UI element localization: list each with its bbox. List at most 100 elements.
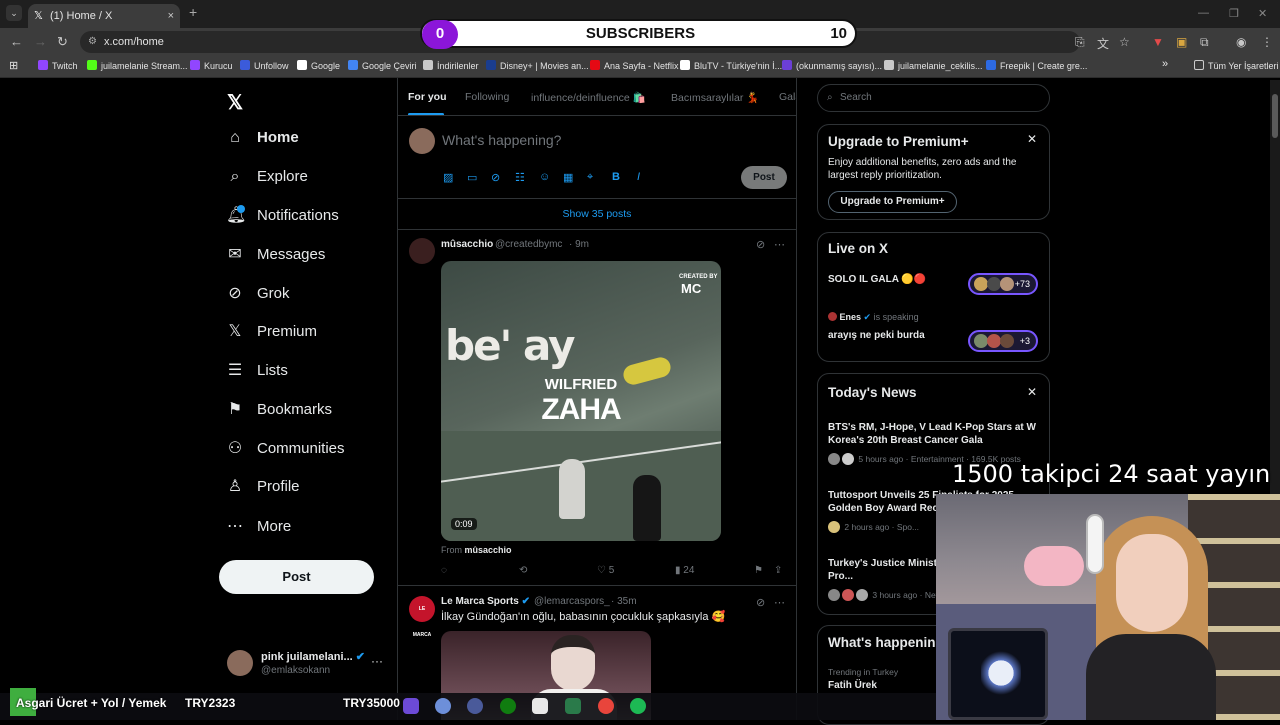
app-icon[interactable] <box>403 698 419 714</box>
forward-icon[interactable]: → <box>34 34 47 49</box>
tab-search-button[interactable]: ⌄ <box>6 5 22 21</box>
bookmark-item[interactable]: Twitch <box>38 60 78 71</box>
bookmark-icon[interactable]: ⚑ <box>754 565 763 576</box>
bold-icon[interactable]: B <box>612 171 620 183</box>
share-icon[interactable]: ⇪ <box>774 565 782 576</box>
app-icon[interactable] <box>532 698 548 714</box>
tweet-author-name[interactable]: mûsacchio <box>441 239 493 250</box>
browser-tab-active[interactable]: 𝕏 (1) Home / X × <box>28 4 180 28</box>
app-icon[interactable] <box>565 698 581 714</box>
emoji-icon[interactable]: ☺ <box>539 171 550 183</box>
post-button[interactable]: Post <box>219 560 374 594</box>
tweet-video[interactable]: be' ay WILFRIED ZAHA CREATED BY MC 0:09 <box>441 261 721 541</box>
bookmark-item[interactable]: Google <box>297 60 340 71</box>
restore-icon[interactable]: ❐ <box>1229 7 1239 20</box>
sidebar-item-messages[interactable]: ✉ Messages <box>226 240 325 270</box>
grok-icon[interactable]: ⊘ <box>756 596 765 609</box>
app-icon[interactable] <box>435 698 451 714</box>
tweet-author-name[interactable]: Le Marca Sports ✔ <box>441 596 530 607</box>
tab-for-you[interactable]: For you <box>408 91 447 103</box>
more-bookmarks-icon[interactable]: » <box>1162 58 1168 70</box>
tweet-author-handle[interactable]: @lemarcaspors_ <box>534 596 610 607</box>
more-icon[interactable]: ⋯ <box>774 596 785 609</box>
bookmark-item[interactable]: BluTV - Türkiye'nin İ... <box>680 60 782 71</box>
composer-input[interactable]: What's happening? <box>442 132 561 148</box>
translate-icon[interactable]: 文 <box>1097 35 1109 52</box>
xbox-icon[interactable] <box>500 698 516 714</box>
reply-icon[interactable]: ◌ <box>441 565 447 576</box>
grok-icon[interactable]: ⊘ <box>491 171 500 184</box>
sidebar-item-communities[interactable]: ⚇ Communities <box>226 434 345 464</box>
composer-post-button[interactable]: Post <box>741 166 787 189</box>
search-input[interactable]: ⌕ Search <box>817 84 1050 112</box>
more-icon[interactable]: ⋯ <box>774 238 785 251</box>
star-icon[interactable]: ☆ <box>1119 35 1130 49</box>
tab-following[interactable]: Following <box>465 91 509 103</box>
bookmark-item[interactable]: Google Çeviri <box>348 60 417 71</box>
other-bookmarks-folder[interactable]: Tüm Yer İşaretleri <box>1194 60 1279 71</box>
sidebar-item-grok[interactable]: ⊘ Grok <box>226 279 289 309</box>
location-icon[interactable]: ⌖ <box>587 171 593 184</box>
news-headline[interactable]: BTS's RM, J-Hope, V Lead K-Pop Stars at … <box>828 421 1038 447</box>
gif-icon[interactable]: ▭ <box>467 171 477 184</box>
upgrade-premium-button[interactable]: Upgrade to Premium+ <box>828 191 957 213</box>
avatar[interactable] <box>409 238 435 264</box>
schedule-icon[interactable]: ▦ <box>563 171 573 184</box>
close-window-icon[interactable]: ✕ <box>1258 7 1267 20</box>
site-info-icon[interactable]: ⚙ <box>88 31 97 53</box>
space-listeners[interactable]: +3 <box>968 330 1038 352</box>
new-tab-button[interactable]: + <box>189 4 197 20</box>
install-app-icon[interactable]: ⎘ <box>1075 35 1085 50</box>
bookmark-item[interactable]: (okunmamış sayısı)... <box>782 60 882 71</box>
scrollbar-thumb[interactable] <box>1272 94 1278 138</box>
browser-menu-icon[interactable]: ⋮ <box>1261 35 1273 49</box>
extension-icon[interactable]: ▼ <box>1152 35 1164 49</box>
tab-influence[interactable]: influence/deinfluence 🛍️ <box>531 91 646 104</box>
like-button[interactable]: ♡ 5 <box>597 565 614 576</box>
close-icon[interactable]: ✕ <box>1027 132 1037 146</box>
bookmark-item[interactable]: Unfollow <box>240 60 289 71</box>
space-host[interactable]: Enes ✔ is speaking <box>828 312 919 323</box>
media-icon[interactable]: ▨ <box>443 171 453 184</box>
space-title[interactable]: arayış ne peki burda <box>828 330 925 341</box>
app-icon[interactable] <box>467 698 483 714</box>
italic-icon[interactable]: I <box>637 171 640 183</box>
tab-bacimsaraylilar[interactable]: Bacımsaraylılar 💃 <box>671 91 759 104</box>
x-logo-icon[interactable]: 𝕏 <box>227 90 243 115</box>
sidebar-item-profile[interactable]: ♙ Profile <box>226 472 300 502</box>
sidebar-item-bookmarks[interactable]: ⚑ Bookmarks <box>226 395 332 425</box>
account-switcher[interactable]: pink juilamelani... ✔ @emlaksokann ··· <box>227 648 387 684</box>
minimize-icon[interactable]: — <box>1198 7 1209 19</box>
space-title[interactable]: SOLO IL GALA 🟡🔴 <box>828 274 926 285</box>
bookmark-item[interactable]: Freepik | Create gre... <box>986 60 1087 71</box>
back-icon[interactable]: ← <box>10 34 23 49</box>
tab-close-icon[interactable]: × <box>168 4 174 28</box>
extension-icon[interactable]: ▣ <box>1176 35 1187 49</box>
tab-gala[interactable]: Gala <box>779 91 796 103</box>
bookmark-item[interactable]: Kurucu <box>190 60 233 71</box>
chrome-icon[interactable] <box>598 698 614 714</box>
profile-avatar-icon[interactable]: ◉ <box>1236 35 1246 49</box>
extensions-puzzle-icon[interactable]: ⧉ <box>1200 35 1209 50</box>
sidebar-item-more[interactable]: ⋯ More <box>226 512 291 542</box>
space-listeners[interactable]: +73 <box>968 273 1038 295</box>
show-new-posts-button[interactable]: Show 35 posts <box>398 198 796 230</box>
sidebar-item-lists[interactable]: ☰ Lists <box>226 356 288 386</box>
close-icon[interactable]: ✕ <box>1027 385 1037 399</box>
sidebar-item-explore[interactable]: ⌕ Explore <box>226 162 308 192</box>
tweet-time[interactable]: · 35m <box>611 596 637 607</box>
bookmark-item[interactable]: Disney+ | Movies an... <box>486 60 589 71</box>
video-source[interactable]: From mûsacchio <box>441 545 512 555</box>
sidebar-item-home[interactable]: ⌂ Home <box>226 123 299 153</box>
poll-icon[interactable]: ☷ <box>515 171 525 184</box>
spotify-icon[interactable] <box>630 698 646 714</box>
tweet-author-handle[interactable]: @createdbymc <box>495 239 562 250</box>
apps-grid-icon[interactable]: ⊞ <box>9 59 18 72</box>
grok-icon[interactable]: ⊘ <box>756 238 765 251</box>
account-more-icon[interactable]: ··· <box>371 654 383 668</box>
bookmark-item[interactable]: juilamelanie Stream... <box>87 60 188 71</box>
bookmark-item[interactable]: Ana Sayfa - Netflix <box>590 60 679 71</box>
reload-icon[interactable]: ↻ <box>57 34 68 50</box>
bookmark-item[interactable]: İndirilenler <box>423 60 479 71</box>
tweet-time[interactable]: · 9m <box>569 239 589 250</box>
